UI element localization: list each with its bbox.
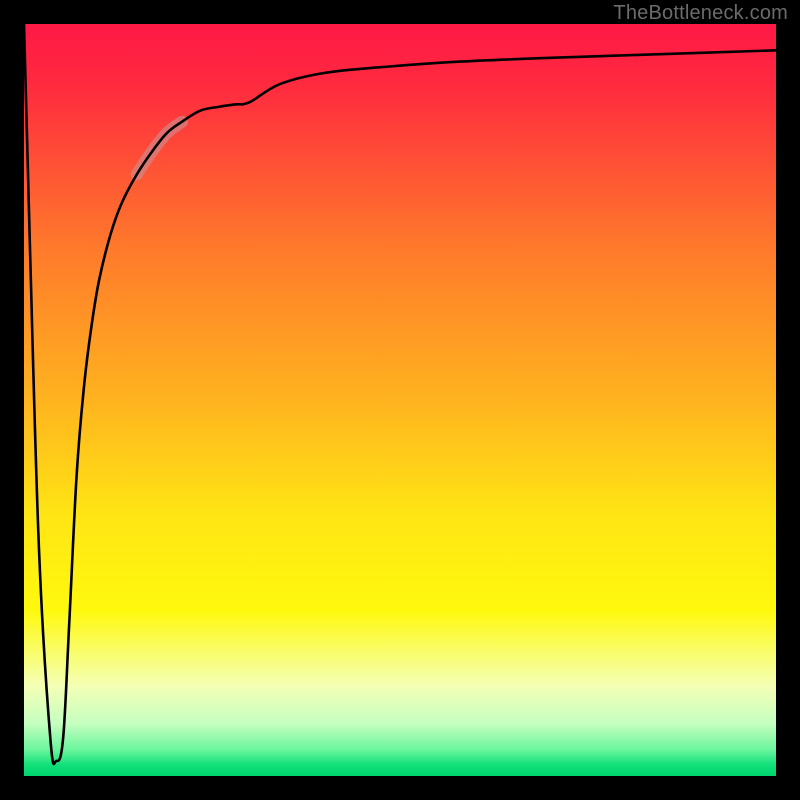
- chart-container: TheBottleneck.com: [0, 0, 800, 800]
- chart-svg: [0, 0, 800, 800]
- attribution-label: TheBottleneck.com: [613, 2, 788, 25]
- plot-background: [24, 24, 776, 776]
